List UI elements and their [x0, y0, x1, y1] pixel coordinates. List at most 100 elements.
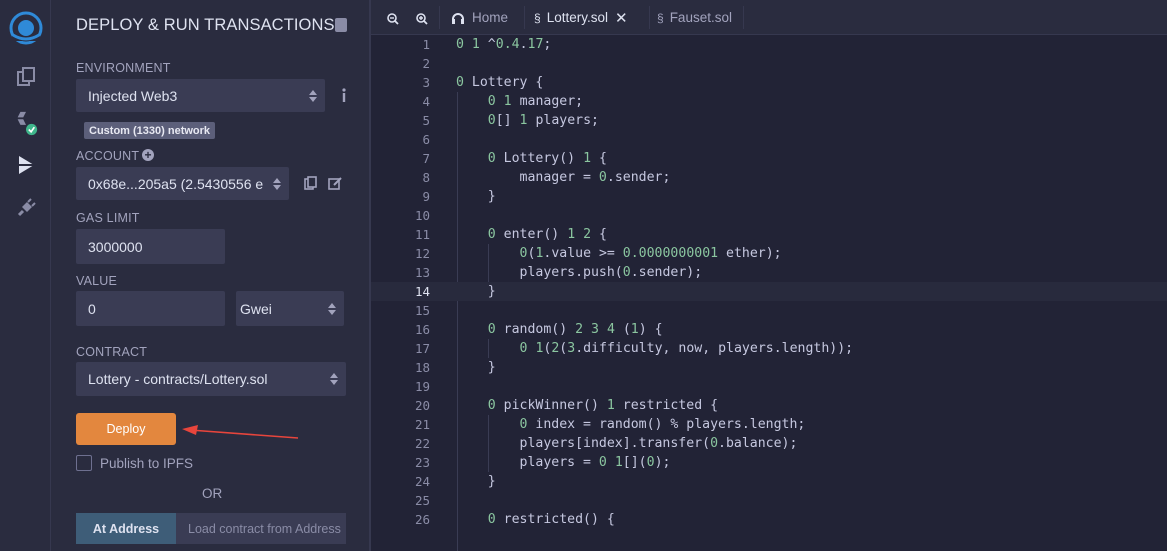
- annotation-arrow: [182, 425, 299, 439]
- solidity-file-icon: §: [534, 10, 541, 25]
- line-number: 4: [422, 94, 430, 109]
- tab-lottery-sol[interactable]: § Lottery.sol ✕: [534, 0, 628, 35]
- zoom-in-icon[interactable]: [416, 12, 428, 25]
- line-number: 17: [414, 341, 430, 356]
- code-line[interactable]: 12 0(1.value >= 0.0000000001 ether);: [371, 244, 1167, 263]
- copy-icon[interactable]: [304, 176, 317, 190]
- zoom-out-icon[interactable]: [387, 12, 399, 25]
- line-number: 19: [414, 379, 430, 394]
- line-number: 21: [414, 417, 430, 432]
- code-line[interactable]: 14 }: [371, 282, 1167, 301]
- code-line[interactable]: 11 0 enter() 1 2 {: [371, 225, 1167, 244]
- code-line[interactable]: 3 0 Lottery {: [371, 73, 1167, 92]
- at-address-button[interactable]: At Address: [76, 513, 176, 544]
- file-explorer-icon[interactable]: [13, 64, 39, 90]
- line-number: 9: [422, 189, 430, 204]
- tab-label: Home: [472, 10, 509, 25]
- line-number: 26: [414, 512, 430, 527]
- line-number: 1: [422, 37, 430, 52]
- line-number: 16: [414, 322, 430, 337]
- select-arrows-icon: [330, 372, 338, 386]
- code-line[interactable]: 26 0 restricted() {: [371, 510, 1167, 529]
- code-text: }: [456, 474, 496, 489]
- code-line[interactable]: 2: [371, 54, 1167, 73]
- code-line[interactable]: 21 0 index = random() % players.length;: [371, 415, 1167, 434]
- tab-separator: [649, 6, 650, 29]
- close-tab-icon[interactable]: ✕: [615, 9, 628, 27]
- editor-tab-bar: Home § Lottery.sol ✕ § Fauset.sol: [371, 0, 1167, 35]
- line-number: 18: [414, 360, 430, 375]
- icon-rail: [0, 0, 51, 551]
- code-line[interactable]: 6: [371, 130, 1167, 149]
- line-number: 13: [414, 265, 430, 280]
- code-line[interactable]: 18 }: [371, 358, 1167, 377]
- remix-logo-icon[interactable]: [8, 10, 44, 46]
- gas-limit-input[interactable]: 3000000: [76, 229, 225, 264]
- line-number: 8: [422, 170, 430, 185]
- code-line[interactable]: 1 0 1 ^0.4.17;: [371, 35, 1167, 54]
- code-line[interactable]: 4 0 1 manager;: [371, 92, 1167, 111]
- line-number: 10: [414, 208, 430, 223]
- code-line[interactable]: 9 }: [371, 187, 1167, 206]
- contract-value: Lottery - contracts/Lottery.sol: [88, 371, 268, 387]
- code-line[interactable]: 8 manager = 0.sender;: [371, 168, 1167, 187]
- environment-select[interactable]: Injected Web3: [76, 79, 325, 112]
- line-number: 20: [414, 398, 430, 413]
- deploy-run-icon[interactable]: [13, 152, 39, 178]
- code-line[interactable]: 16 0 random() 2 3 4 (1) {: [371, 320, 1167, 339]
- code-line[interactable]: 19: [371, 377, 1167, 396]
- code-line[interactable]: 24 }: [371, 472, 1167, 491]
- load-address-input[interactable]: Load contract from Address: [176, 513, 346, 544]
- code-lines: 10 1 ^0.4.17; 2 3 0 Lottery {4 0 1 manager;…: [371, 35, 1167, 529]
- publish-ipfs-label: Publish to IPFS: [100, 456, 194, 471]
- code-text: 0 Lottery() 1 {: [487, 151, 607, 166]
- code-line[interactable]: 5 0[] 1 players;: [371, 111, 1167, 130]
- select-arrows-icon: [328, 302, 336, 316]
- environment-value: Injected Web3: [88, 87, 178, 104]
- or-divider-label: OR: [202, 486, 223, 501]
- solidity-compiler-icon[interactable]: [13, 110, 39, 136]
- code-editor[interactable]: 10 1 ^0.4.17; 2 3 0 Lottery {4 0 1 manager;…: [371, 35, 1167, 551]
- tab-label: Lottery.sol: [546, 10, 608, 25]
- value-unit: Gwei: [240, 300, 272, 317]
- value-input[interactable]: 0: [76, 291, 225, 326]
- line-number: 7: [422, 151, 430, 166]
- code-line[interactable]: 25: [371, 491, 1167, 510]
- code-text: }: [456, 284, 496, 299]
- line-number: 12: [414, 246, 430, 261]
- gas-limit-label: GAS LIMIT: [76, 211, 140, 225]
- code-line[interactable]: 13 players.push(0.sender);: [371, 263, 1167, 282]
- code-text: 0 pickWinner() 1 restricted {: [487, 398, 719, 413]
- value-unit-select[interactable]: Gwei: [236, 291, 344, 326]
- documentation-icon[interactable]: [335, 18, 347, 32]
- code-text: players[index].transfer(0.balance);: [456, 436, 798, 451]
- code-text: 0(1.value >= 0.0000000001 ether);: [519, 246, 782, 261]
- tab-home[interactable]: Home: [450, 0, 508, 35]
- deploy-button[interactable]: Deploy: [76, 413, 176, 445]
- select-arrows-icon: [309, 89, 317, 103]
- code-line[interactable]: 20 0 pickWinner() 1 restricted {: [371, 396, 1167, 415]
- contract-select[interactable]: Lottery - contracts/Lottery.sol: [76, 362, 346, 396]
- code-text: players = 0 1[](0);: [456, 455, 671, 470]
- account-value: 0x68e...205a5 (2.5430556 e: [88, 175, 264, 192]
- edit-icon[interactable]: [328, 177, 342, 190]
- code-line[interactable]: 23 players = 0 1[](0);: [371, 453, 1167, 472]
- code-text: manager = 0.sender;: [456, 170, 671, 185]
- tab-fauset-sol[interactable]: § Fauset.sol: [657, 0, 732, 35]
- line-number: 6: [422, 132, 430, 147]
- code-line[interactable]: 22 players[index].transfer(0.balance);: [371, 434, 1167, 453]
- deploy-run-panel: DEPLOY & RUN TRANSACTIONS ENVIRONMENT In…: [51, 0, 369, 551]
- add-account-icon[interactable]: +: [142, 149, 154, 161]
- tab-label: Fauset.sol: [669, 10, 732, 25]
- account-select[interactable]: 0x68e...205a5 (2.5430556 e: [76, 167, 289, 200]
- info-icon[interactable]: [341, 88, 347, 102]
- publish-ipfs-checkbox[interactable]: [76, 455, 92, 471]
- line-number: 15: [414, 303, 430, 318]
- code-line[interactable]: 10: [371, 206, 1167, 225]
- code-line[interactable]: 7 0 Lottery() 1 {: [371, 149, 1167, 168]
- code-text: 0 1(2(3.difficulty, now, players.length)…: [519, 341, 854, 356]
- code-line[interactable]: 17 0 1(2(3.difficulty, now, players.leng…: [371, 339, 1167, 358]
- code-line[interactable]: 15: [371, 301, 1167, 320]
- tab-separator: [524, 6, 525, 29]
- plugin-manager-icon[interactable]: [13, 195, 39, 221]
